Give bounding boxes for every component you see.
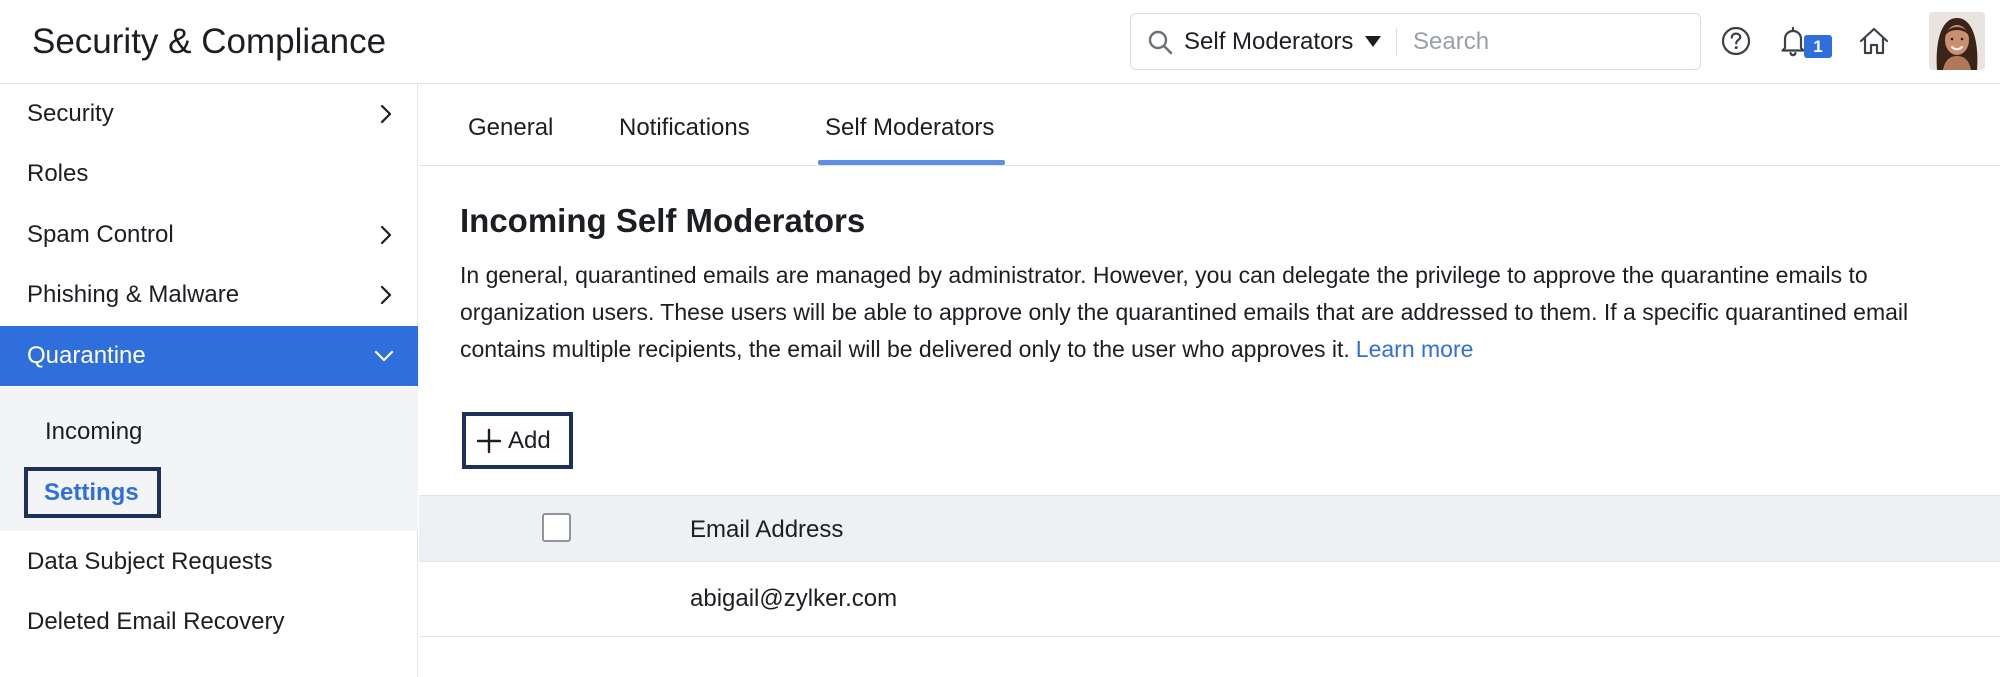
chevron-right-icon (380, 225, 392, 245)
sidebar-item-security[interactable]: Security (0, 84, 418, 144)
tab-bar: General Notifications Self Moderators (419, 84, 2000, 166)
sidebar: Security Roles Spam Control Phishing & M… (0, 84, 418, 677)
sidebar-item-label: Security (27, 100, 114, 127)
tab-general[interactable]: General (468, 113, 553, 143)
quarantine-submenu: Incoming Settings (0, 387, 418, 531)
sidebar-item-label: Roles (27, 160, 89, 187)
search-divider (1396, 28, 1397, 56)
help-icon[interactable] (1719, 24, 1753, 58)
sidebar-item-phishing-malware[interactable]: Phishing & Malware (0, 265, 418, 325)
sidebar-item-label: Data Subject Requests (27, 548, 273, 575)
table-row[interactable]: abigail@zylker.com (419, 562, 2000, 637)
plus-icon (476, 428, 502, 454)
tab-self-moderators[interactable]: Self Moderators (825, 113, 994, 143)
description-text: In general, quarantined emails are manag… (460, 262, 1909, 362)
home-icon[interactable] (1857, 24, 1891, 58)
search-input[interactable] (1413, 23, 1683, 61)
active-tab-indicator (818, 160, 1005, 165)
section-title: Incoming Self Moderators (460, 202, 866, 239)
submenu-item-label: Settings (44, 479, 139, 506)
search-scope-dropdown[interactable]: Self Moderators (1184, 27, 1353, 57)
add-button[interactable]: Add (462, 412, 573, 469)
sidebar-item-roles[interactable]: Roles (0, 144, 418, 204)
tab-notifications[interactable]: Notifications (619, 113, 750, 143)
sidebar-item-label: Spam Control (27, 221, 174, 248)
chevron-down-icon (374, 350, 394, 362)
sidebar-item-label: Phishing & Malware (27, 281, 240, 308)
sidebar-item-spam-control[interactable]: Spam Control (0, 205, 418, 265)
add-button-label: Add (508, 427, 551, 454)
select-all-checkbox[interactable] (542, 513, 571, 542)
top-header: Security & Compliance Self Moderators 1 (0, 0, 2000, 84)
column-header-email: Email Address (690, 516, 844, 543)
notification-count-badge: 1 (1804, 35, 1832, 58)
main-content: General Notifications Self Moderators In… (419, 84, 2000, 677)
sidebar-item-label: Deleted Email Recovery (27, 608, 285, 635)
avatar[interactable] (1929, 12, 1985, 70)
sidebar-item-label: Quarantine (27, 342, 146, 369)
table-header: Email Address (419, 495, 2000, 562)
learn-more-link[interactable]: Learn more (1356, 336, 1474, 362)
search-icon (1148, 30, 1173, 55)
chevron-right-icon (380, 285, 392, 305)
chevron-right-icon (380, 104, 392, 124)
sidebar-item-quarantine[interactable]: Quarantine (0, 326, 418, 386)
submenu-item-incoming[interactable]: Incoming (45, 417, 142, 447)
description: In general, quarantined emails are manag… (460, 257, 1985, 368)
submenu-item-settings[interactable]: Settings (24, 467, 161, 518)
sidebar-item-data-subject-requests[interactable]: Data Subject Requests (0, 532, 418, 592)
app-title: Security & Compliance (32, 22, 387, 61)
search-box[interactable]: Self Moderators (1130, 13, 1701, 70)
caret-down-icon[interactable] (1365, 36, 1381, 47)
sidebar-item-deleted-email-recovery[interactable]: Deleted Email Recovery (0, 592, 418, 652)
email-cell: abigail@zylker.com (690, 585, 898, 612)
